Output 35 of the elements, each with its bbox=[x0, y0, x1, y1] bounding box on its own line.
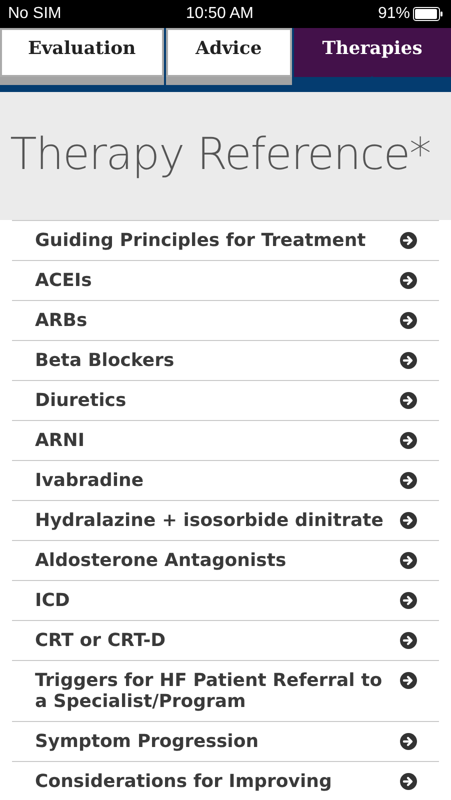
page-title: Therapy Reference* bbox=[10, 128, 430, 180]
list-item[interactable]: CRT or CRT-D bbox=[12, 620, 439, 660]
list-item[interactable]: Ivabradine bbox=[12, 460, 439, 500]
carrier-label: No SIM bbox=[8, 5, 62, 23]
arrow-circle-icon bbox=[400, 733, 417, 750]
list-item[interactable]: Guiding Principles for Treatment bbox=[12, 220, 439, 260]
arrow-circle-icon bbox=[400, 672, 417, 689]
battery-percent: 91% bbox=[378, 5, 410, 23]
list-item[interactable]: ICD bbox=[12, 580, 439, 620]
tab[interactable]: Advice bbox=[166, 28, 292, 85]
list-item[interactable]: ARBs bbox=[12, 300, 439, 340]
list-item[interactable]: Considerations for Improving bbox=[12, 761, 439, 800]
arrow-circle-icon bbox=[400, 592, 417, 609]
arrow-circle-icon bbox=[400, 512, 417, 529]
arrow-circle-icon bbox=[400, 392, 417, 409]
arrow-circle-icon bbox=[400, 472, 417, 489]
arrow-circle-icon bbox=[400, 632, 417, 649]
arrow-circle-icon bbox=[400, 312, 417, 329]
arrow-circle-icon bbox=[400, 773, 417, 790]
list-item[interactable]: Symptom Progression bbox=[12, 721, 439, 761]
list-item[interactable]: Hydralazine + isosorbide dinitrate bbox=[12, 500, 439, 540]
list-item[interactable]: Aldosterone Antagonists bbox=[12, 540, 439, 580]
list-item[interactable]: ACEIs bbox=[12, 260, 439, 300]
list-item[interactable]: ARNI bbox=[12, 420, 439, 460]
list-item[interactable]: Diuretics bbox=[12, 380, 439, 420]
arrow-circle-icon bbox=[400, 272, 417, 289]
battery-icon bbox=[412, 7, 443, 21]
arrow-circle-icon bbox=[400, 552, 417, 569]
arrow-circle-icon bbox=[400, 352, 417, 369]
list-item[interactable]: Triggers for HF Patient Referral to a Specialist/Program bbox=[12, 660, 439, 721]
arrow-circle-icon bbox=[400, 432, 417, 449]
clock-time: 10:50 AM bbox=[186, 5, 254, 23]
arrow-circle-icon bbox=[400, 232, 417, 249]
tab[interactable]: Evaluation bbox=[0, 28, 164, 85]
list-item[interactable]: Beta Blockers bbox=[12, 340, 439, 380]
